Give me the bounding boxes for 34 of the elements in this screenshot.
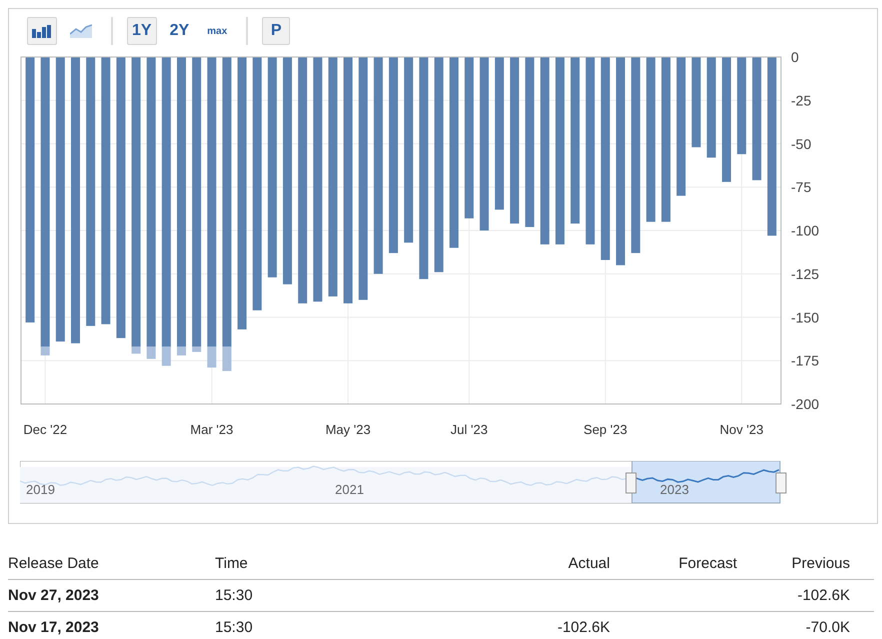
column-header: Actual — [567, 555, 611, 572]
p-button[interactable]: P — [262, 17, 290, 45]
y-axis-label: -75 — [791, 179, 812, 196]
y-axis-label: -175 — [791, 352, 820, 369]
column-header: Release Date — [8, 555, 100, 572]
y-axis-label: -200 — [791, 396, 820, 412]
column-header: Time — [215, 555, 249, 572]
table-cell-text: -102.6K — [796, 587, 851, 604]
table-cell-text: 15:30 — [215, 619, 254, 636]
table-cell-text: -70.0K — [804, 619, 851, 636]
x-axis-label: Mar '23 — [190, 422, 234, 437]
y-axis-label: -150 — [791, 309, 820, 326]
y-axis-label: -100 — [791, 222, 820, 238]
year-label: 2021 — [335, 482, 364, 497]
table-cell-text: 15:30 — [215, 587, 254, 604]
year-label: 2023 — [660, 482, 689, 497]
y-axis-label: -125 — [791, 266, 820, 282]
column-header: Forecast — [678, 555, 738, 572]
x-axis-label: May '23 — [325, 422, 371, 437]
y-axis-label: -25 — [791, 92, 812, 108]
year-label: 2019 — [26, 482, 55, 497]
table-cell-text: -102.6K — [556, 619, 611, 636]
range-button[interactable]: max — [202, 17, 232, 45]
x-axis-label: Sep '23 — [584, 422, 628, 437]
range-button[interactable]: 2Y — [164, 17, 194, 45]
range-button[interactable]: 1Y — [127, 17, 157, 45]
table-cell-text: Nov 17, 2023 — [8, 619, 100, 636]
table-cell-text: Nov 27, 2023 — [8, 587, 100, 604]
y-axis-label: -50 — [791, 136, 812, 152]
x-axis-label: Dec '22 — [23, 422, 68, 437]
y-axis-label: 0 — [791, 49, 799, 65]
x-axis-label: Nov '23 — [720, 422, 764, 437]
x-axis-label: Jul '23 — [450, 422, 488, 437]
column-header: Previous — [790, 555, 851, 572]
